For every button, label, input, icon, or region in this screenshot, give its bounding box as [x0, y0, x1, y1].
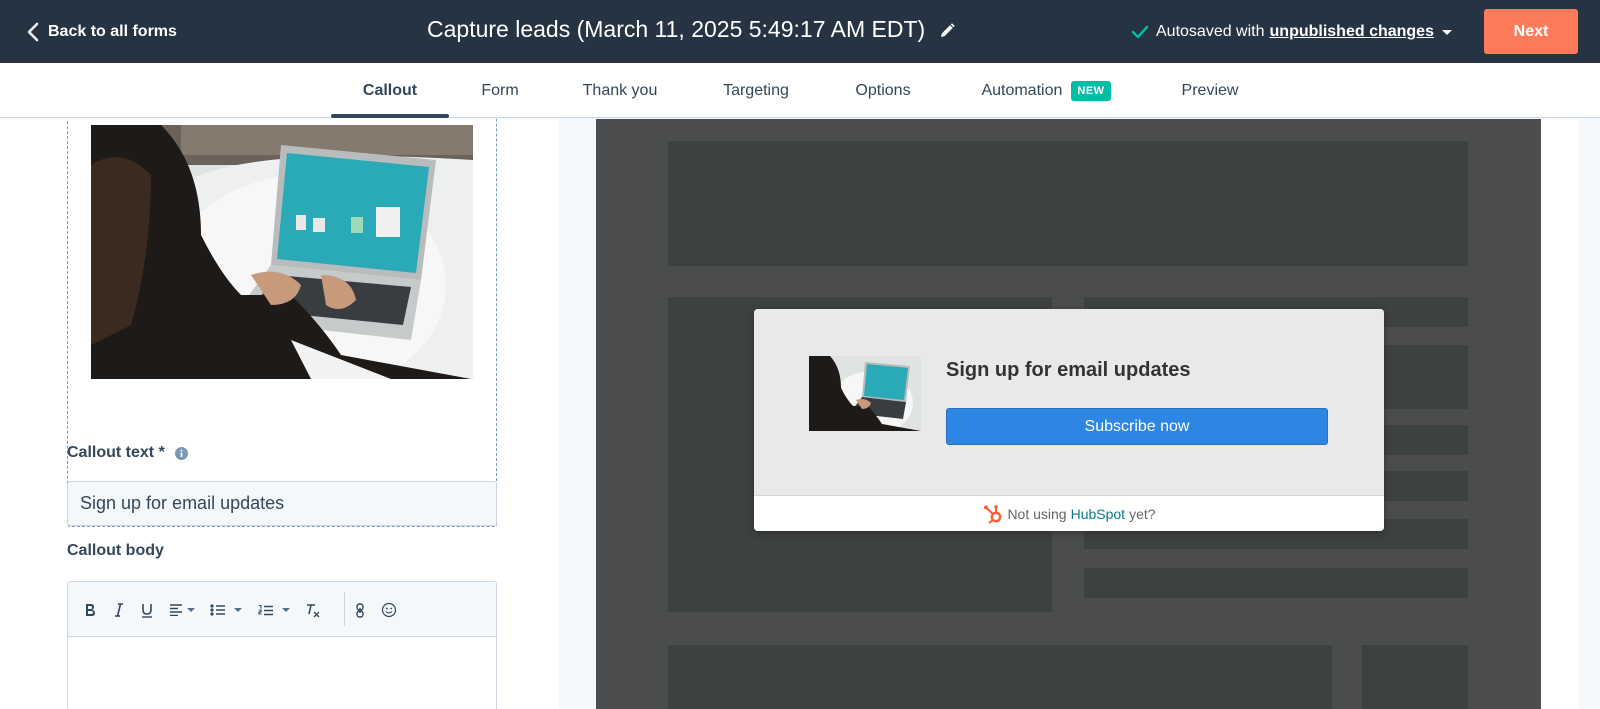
caret-down-icon [187, 608, 195, 612]
preview-gutter [559, 119, 596, 709]
form-title: Capture leads (March 11, 2025 5:49:17 AM… [427, 16, 926, 42]
footer-suffix: yet? [1129, 505, 1156, 522]
bold-icon[interactable] [84, 601, 96, 619]
placeholder-block [1362, 645, 1468, 709]
callout-text-label-text: Callout text * [67, 444, 165, 461]
callout-image[interactable] [91, 125, 473, 379]
tab-thank-you[interactable]: Thank you [572, 63, 668, 118]
tab-bar: Callout Form Thank you Targeting Options… [0, 63, 1600, 118]
back-to-forms-link[interactable]: Back to all forms [26, 20, 177, 44]
emoji-icon[interactable] [381, 601, 397, 619]
preview-pane: Sign up for email updates Subscribe now … [596, 119, 1541, 709]
caret-down-icon [282, 608, 290, 612]
pencil-icon[interactable] [938, 22, 956, 40]
unpublished-changes-link[interactable]: unpublished changes [1270, 23, 1434, 41]
callout-preview-body: Sign up for email updates Subscribe now [754, 309, 1384, 495]
placeholder-block [1084, 568, 1468, 598]
callout-preview-image [809, 356, 921, 431]
align-icon[interactable] [169, 601, 195, 619]
info-icon[interactable] [174, 446, 188, 460]
placeholder-block [668, 141, 1468, 266]
callout-preview-footer: Not using HubSpot yet? [754, 495, 1384, 531]
footer-prefix: Not using [1007, 505, 1067, 522]
tab-form[interactable]: Form [470, 63, 530, 118]
hubspot-link[interactable]: HubSpot [1071, 506, 1125, 522]
tab-label: Options [855, 81, 911, 99]
tab-preview[interactable]: Preview [1174, 63, 1246, 118]
caret-down-icon[interactable] [1441, 29, 1452, 35]
bulleted-list-icon[interactable] [210, 601, 242, 619]
tab-automation[interactable]: Automation NEW [966, 63, 1126, 118]
tab-label: Preview [1181, 81, 1239, 99]
next-button[interactable]: Next [1484, 9, 1578, 54]
top-bar: Back to all forms Capture leads (March 1… [0, 0, 1600, 63]
tab-label: Thank you [582, 81, 658, 99]
italic-icon[interactable] [114, 601, 124, 619]
callout-preview-heading: Sign up for email updates [946, 359, 1191, 381]
hubspot-sprocket-icon [984, 504, 1002, 524]
tab-targeting[interactable]: Targeting [710, 63, 802, 118]
callout-preview-modal: Sign up for email updates Subscribe now … [754, 309, 1384, 531]
callout-text-label: Callout text * [67, 444, 188, 462]
subscribe-button[interactable]: Subscribe now [946, 408, 1328, 445]
numbered-list-icon[interactable] [258, 601, 290, 619]
autosave-status: Autosaved with unpublished changes [1131, 21, 1452, 43]
link-icon[interactable] [355, 601, 365, 619]
tab-label: Automation [981, 81, 1063, 99]
tab-label: Callout [362, 81, 418, 99]
callout-text-input[interactable]: Sign up for email updates [67, 481, 497, 526]
toolbar-divider [344, 592, 345, 626]
chevron-left-icon [27, 22, 39, 42]
placeholder-block [668, 645, 1332, 709]
clear-formatting-icon[interactable] [305, 601, 320, 619]
caret-down-icon [234, 608, 242, 612]
callout-editor-panel: Callout text * Sign up for email updates… [0, 119, 559, 709]
tab-label: Form [481, 81, 519, 99]
tab-label: Targeting [723, 81, 789, 99]
tab-options[interactable]: Options [846, 63, 920, 118]
rich-text-toolbar [68, 582, 496, 637]
new-badge: NEW [1071, 80, 1111, 101]
callout-body-editor[interactable] [67, 581, 497, 709]
preview-right-gutter [1541, 119, 1600, 709]
callout-body-label: Callout body [67, 542, 164, 559]
underline-icon[interactable] [141, 601, 153, 619]
tab-callout[interactable]: Callout [331, 63, 449, 118]
preview-right-strip [1541, 119, 1578, 709]
back-label: Back to all forms [48, 23, 177, 40]
check-icon [1131, 25, 1149, 39]
autosave-text: Autosaved with [1156, 23, 1265, 40]
